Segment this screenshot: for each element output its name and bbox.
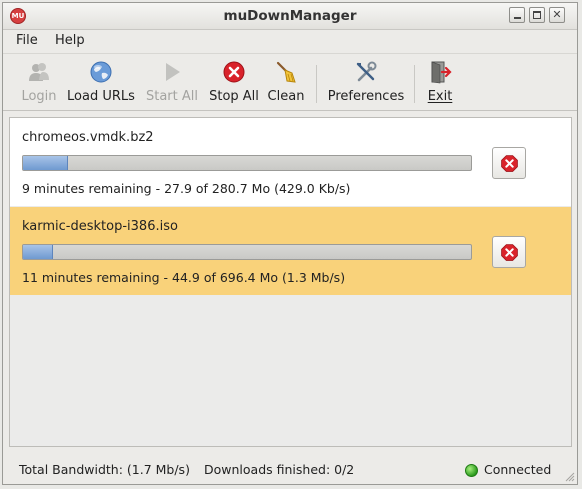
download-progress-fill <box>23 245 53 259</box>
download-progress-fill <box>23 156 69 170</box>
minimize-button[interactable] <box>509 7 525 23</box>
load-urls-button[interactable]: Load URLs <box>66 54 136 110</box>
broom-icon <box>276 61 296 83</box>
window-title: muDownManager <box>223 8 357 24</box>
maximize-button[interactable] <box>529 7 545 23</box>
clean-label: Clean <box>267 89 305 104</box>
connected-status-icon <box>465 464 478 477</box>
stop-all-button[interactable]: Stop All <box>207 54 261 110</box>
download-row[interactable]: chromeos.vmdk.bz2 9 minutes remaining - … <box>10 118 571 206</box>
main-window: MU muDownManager ✕ File Help Login Load … <box>2 2 578 485</box>
play-icon <box>166 63 180 81</box>
resize-grip-icon[interactable] <box>565 472 575 482</box>
load-urls-label: Load URLs <box>67 89 135 104</box>
connection-status: Connected <box>484 462 552 477</box>
title-bar[interactable]: MU muDownManager ✕ <box>3 3 577 30</box>
menu-file[interactable]: File <box>16 33 38 48</box>
globe-icon <box>90 61 112 83</box>
start-all-button[interactable]: Start All <box>144 54 200 110</box>
stop-all-label: Stop All <box>209 89 259 104</box>
downloads-list[interactable]: chromeos.vmdk.bz2 9 minutes remaining - … <box>9 117 572 447</box>
toolbar: Login Load URLs Start All Stop All Clean… <box>3 53 577 111</box>
download-filename: karmic-desktop-i386.iso <box>22 219 178 234</box>
preferences-button[interactable]: Preferences <box>326 54 406 110</box>
cancel-download-button[interactable] <box>492 147 526 179</box>
minimize-icon <box>514 17 521 19</box>
download-row[interactable]: karmic-desktop-i386.iso 11 minutes remai… <box>10 207 571 295</box>
stop-icon <box>501 155 518 172</box>
exit-door-icon <box>431 61 452 84</box>
login-label: Login <box>21 89 57 104</box>
download-status: 9 minutes remaining - 27.9 of 280.7 Mo (… <box>22 181 351 196</box>
download-status: 11 minutes remaining - 44.9 of 696.4 Mo … <box>22 270 346 285</box>
download-filename: chromeos.vmdk.bz2 <box>22 130 154 145</box>
downloads-finished: Downloads finished: 0/2 <box>204 462 355 477</box>
total-bandwidth: Total Bandwidth: (1.7 Mb/s) <box>19 462 190 477</box>
stop-icon <box>501 244 518 261</box>
status-bar: Total Bandwidth: (1.7 Mb/s) Downloads fi… <box>3 455 577 483</box>
login-button[interactable]: Login <box>19 54 59 110</box>
menu-help[interactable]: Help <box>55 33 85 48</box>
start-all-label: Start All <box>145 89 198 104</box>
close-icon: ✕ <box>552 8 562 21</box>
download-progress-bar <box>22 244 472 260</box>
menu-bar: File Help <box>3 30 577 52</box>
close-window-button[interactable]: ✕ <box>549 7 565 23</box>
exit-button[interactable]: Exit <box>423 54 457 110</box>
clean-button[interactable]: Clean <box>265 54 307 110</box>
toolbar-separator <box>316 65 317 103</box>
users-icon <box>29 63 49 81</box>
tools-icon <box>356 61 377 82</box>
preferences-label: Preferences <box>327 89 405 104</box>
exit-label: Exit <box>427 89 453 104</box>
toolbar-separator <box>414 65 415 103</box>
download-progress-bar <box>22 155 472 171</box>
stop-icon <box>223 61 245 83</box>
cancel-download-button[interactable] <box>492 236 526 268</box>
maximize-icon <box>533 11 541 19</box>
